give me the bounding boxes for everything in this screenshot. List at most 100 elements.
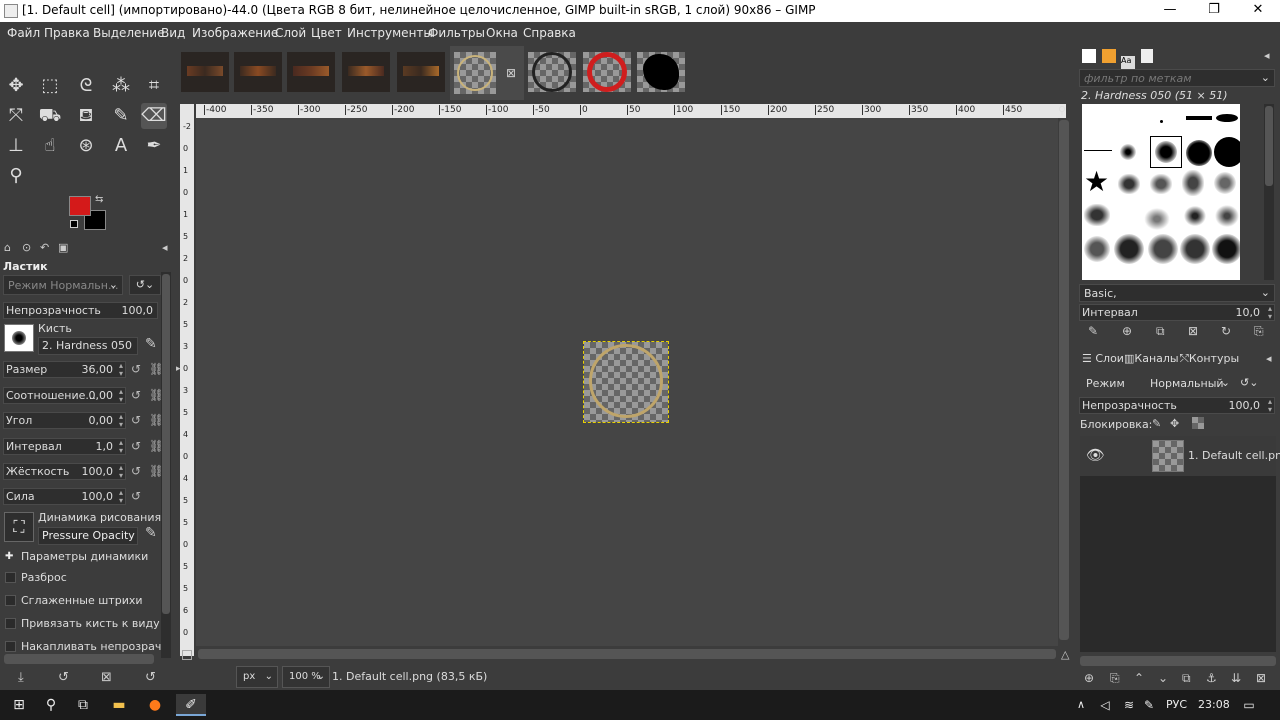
paths-tool-icon[interactable]: ⊛ bbox=[73, 133, 99, 159]
image-tab-thumbnail[interactable] bbox=[637, 52, 685, 92]
stamp-tool-icon[interactable]: ⊥ bbox=[3, 133, 29, 159]
open-as-image-icon[interactable]: ⎘ bbox=[1254, 324, 1264, 339]
raise-layer-icon[interactable]: ⌃ bbox=[1134, 671, 1144, 685]
edit-brush-icon[interactable]: ✎ bbox=[145, 336, 157, 352]
zoom-tool-icon[interactable]: ⚲ bbox=[3, 163, 29, 189]
canvas-horizontal-scrollbar[interactable] bbox=[196, 648, 1058, 660]
delete-brush-icon[interactable]: ⊠ bbox=[1188, 324, 1198, 338]
brush-grid-scrollbar[interactable] bbox=[1264, 104, 1274, 280]
brushes-tab-icon[interactable] bbox=[1082, 49, 1096, 63]
opacity-slider[interactable]: Непрозрачность 100,0 bbox=[3, 302, 158, 319]
fuzzy-select-tool-icon[interactable]: ⁂ bbox=[108, 73, 134, 99]
image-tab-thumbnail[interactable] bbox=[397, 52, 445, 92]
crop-tool-icon[interactable]: ⌗ bbox=[141, 73, 167, 99]
incremental-checkbox[interactable] bbox=[5, 641, 16, 652]
vertical-ruler[interactable]: -2 0 1 0 1 5 2 0 2 5 3 0 3 5 4 0 4 5 5 0 5 5 6 0 bbox=[180, 118, 194, 656]
close-tab-icon[interactable]: ⊠ bbox=[506, 66, 516, 80]
menu-image[interactable]: Изображение bbox=[192, 26, 278, 40]
menu-filters[interactable]: Фильтры bbox=[428, 26, 485, 40]
refresh-brushes-icon[interactable]: ↻ bbox=[1221, 324, 1231, 338]
image-tab-thumbnail[interactable] bbox=[342, 52, 390, 92]
tool-options-tab-icon[interactable]: ⌂ bbox=[4, 241, 11, 254]
tab-channels[interactable]: ▥Каналы bbox=[1124, 352, 1179, 365]
file-explorer-icon[interactable]: ▬ bbox=[104, 694, 134, 716]
image-tab-thumbnail[interactable] bbox=[181, 52, 229, 92]
size-slider[interactable]: Размер 36,00 ▴ ▾ bbox=[3, 361, 126, 378]
anchor-layer-icon[interactable]: ⚓ bbox=[1206, 671, 1217, 685]
angle-slider[interactable]: Угол 0,00 ▴ ▾ bbox=[3, 412, 126, 429]
color-picker-tool-icon[interactable]: ✒ bbox=[141, 133, 167, 159]
language-indicator[interactable]: РУС bbox=[1166, 698, 1187, 711]
brush-preset-select[interactable]: Basic, ⌄ bbox=[1079, 284, 1275, 302]
image-canvas[interactable] bbox=[196, 118, 1058, 646]
spacing-slider[interactable]: Интервал 1,0 ▴ ▾ bbox=[3, 438, 126, 455]
new-layer-group-icon[interactable]: ⎘ bbox=[1110, 671, 1120, 686]
reset-icon[interactable]: ↺ bbox=[131, 439, 143, 453]
link-icon[interactable]: ⛓ bbox=[149, 413, 164, 427]
duplicate-layer-icon[interactable]: ⧉ bbox=[1182, 671, 1191, 686]
spin-icon[interactable]: ▴ ▾ bbox=[119, 413, 123, 429]
navigate-icon[interactable]: △ bbox=[1061, 648, 1069, 661]
force-slider[interactable]: Сила 100,0 ▴ ▾ bbox=[3, 488, 126, 505]
foreground-color-swatch[interactable] bbox=[69, 196, 91, 216]
lock-alpha-icon[interactable] bbox=[1192, 417, 1204, 429]
edit-dynamics-icon[interactable]: ✎ bbox=[145, 525, 157, 541]
lock-position-icon[interactable]: ✥ bbox=[1170, 417, 1179, 430]
menu-layer[interactable]: Слой bbox=[275, 26, 306, 40]
quick-mask-toggle[interactable] bbox=[182, 650, 192, 660]
layer-opacity-slider[interactable]: Непрозрачность 100,0 ▴ ▾ bbox=[1079, 397, 1275, 414]
spin-icon[interactable]: ▴ ▾ bbox=[1268, 305, 1272, 321]
link-icon[interactable]: ⛓ bbox=[149, 388, 164, 402]
reset-icon[interactable]: ↺ bbox=[131, 489, 143, 503]
panel-menu-icon[interactable]: ◂ bbox=[1266, 352, 1272, 365]
clone-tool-icon[interactable]: ⛟ bbox=[37, 103, 63, 129]
device-status-tab-icon[interactable]: ⊙ bbox=[22, 241, 31, 254]
selected-brush-cell[interactable] bbox=[1150, 136, 1182, 168]
link-icon[interactable]: ⛓ bbox=[149, 362, 164, 376]
menu-tools[interactable]: Инструменты bbox=[347, 26, 433, 40]
dynamics-preview-icon[interactable]: ⛶ bbox=[4, 512, 34, 542]
options-scrollbar[interactable] bbox=[161, 272, 171, 658]
move-tool-icon[interactable]: ✥ bbox=[3, 73, 29, 99]
merge-layer-icon[interactable]: ⇊ bbox=[1231, 671, 1241, 685]
spin-icon[interactable]: ▴ ▾ bbox=[119, 464, 123, 480]
lock-pixels-icon[interactable]: ✎ bbox=[1152, 417, 1161, 430]
gimp-taskbar-icon[interactable]: ✐ bbox=[176, 694, 206, 716]
spin-icon[interactable]: ▴ ▾ bbox=[119, 362, 123, 378]
fonts-tab-icon[interactable]: Aa bbox=[1121, 56, 1135, 70]
tab-paths[interactable]: ⤲Контуры bbox=[1180, 352, 1239, 366]
patterns-tab-icon[interactable] bbox=[1101, 49, 1116, 63]
zoom-select[interactable]: 100 % ⌄ bbox=[282, 666, 330, 688]
paintbrush-tool-icon[interactable]: ✎ bbox=[108, 103, 134, 129]
brush-grid[interactable]: ★ bbox=[1082, 104, 1240, 280]
text-tool-icon[interactable]: A bbox=[108, 133, 134, 159]
minimize-button[interactable]: — bbox=[1148, 0, 1192, 22]
menu-edit[interactable]: Правка bbox=[44, 26, 90, 40]
unit-select[interactable]: px ⌄ bbox=[236, 666, 278, 688]
document-history-tab-icon[interactable] bbox=[1140, 49, 1153, 63]
reset-icon[interactable]: ↺ bbox=[131, 362, 143, 376]
close-button[interactable]: ✕ bbox=[1236, 0, 1280, 22]
hardness-slider[interactable]: Жёсткость 100,0 ▴ ▾ bbox=[3, 463, 126, 480]
default-colors-icon[interactable] bbox=[70, 220, 78, 228]
eraser-tool-icon[interactable]: ⌫ bbox=[141, 103, 167, 129]
windows-start-icon[interactable]: ⊞ bbox=[4, 694, 34, 716]
mode-reset-select[interactable]: ↺⌄ bbox=[129, 275, 161, 295]
layer-mode-select[interactable]: Нормальный ⌄ bbox=[1148, 373, 1232, 393]
aspect-ratio-slider[interactable]: Соотношение... 0,00 ▴ ▾ bbox=[3, 387, 126, 404]
smooth-stroke-checkbox[interactable] bbox=[5, 595, 16, 606]
image-tab-thumbnail[interactable] bbox=[583, 52, 631, 92]
spin-icon[interactable]: ▴ ▾ bbox=[1268, 398, 1272, 414]
restore-preset-icon[interactable]: ↺ bbox=[58, 670, 69, 685]
tab-layers[interactable]: ☰ Слои bbox=[1082, 352, 1124, 365]
image-tab-thumbnail[interactable] bbox=[528, 52, 576, 92]
canvas-vertical-scrollbar[interactable] bbox=[1058, 118, 1070, 646]
dynamics-options-label[interactable]: Параметры динамики bbox=[21, 550, 148, 563]
options-hscrollbar[interactable] bbox=[4, 654, 154, 664]
brush-tag-filter[interactable]: фильтр по меткам ⌄ bbox=[1079, 69, 1275, 87]
image-tab-thumbnail[interactable] bbox=[234, 52, 282, 92]
menu-file[interactable]: Файл bbox=[7, 26, 40, 40]
delete-preset-icon[interactable]: ⊠ bbox=[101, 670, 112, 685]
undo-history-tab-icon[interactable]: ↶ bbox=[40, 241, 49, 254]
new-layer-icon[interactable]: ⊕ bbox=[1084, 671, 1094, 685]
